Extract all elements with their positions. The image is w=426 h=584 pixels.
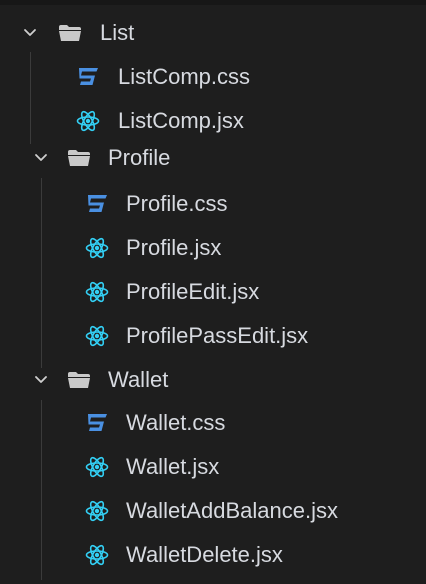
file-label: Wallet.css xyxy=(126,410,226,435)
file-row-listcomp-jsx[interactable]: ListComp.jsx xyxy=(0,103,426,139)
chevron-down-icon[interactable] xyxy=(33,150,49,166)
folder-open-icon xyxy=(68,150,90,166)
file-label: ListComp.css xyxy=(118,64,251,89)
file-label: ProfilePassEdit.jsx xyxy=(126,323,309,348)
file-row-walletdelete-jsx[interactable]: WalletDelete.jsx xyxy=(0,537,426,573)
file-label: Wallet.jsx xyxy=(126,454,220,479)
folder-open-icon xyxy=(68,372,90,388)
folder-open-icon xyxy=(59,25,81,41)
react-icon xyxy=(85,281,109,303)
file-row-profile-jsx[interactable]: Profile.jsx xyxy=(0,230,426,266)
file-label: Profile.jsx xyxy=(126,235,222,260)
file-row-profilepassedit-jsx[interactable]: ProfilePassEdit.jsx xyxy=(0,318,426,354)
file-label: Profile.css xyxy=(126,191,228,216)
file-label: WalletDelete.jsx xyxy=(126,542,283,567)
file-row-profileedit-jsx[interactable]: ProfileEdit.jsx xyxy=(0,274,426,310)
chevron-down-icon[interactable] xyxy=(22,25,38,41)
file-row-profile-css[interactable]: Profile.css xyxy=(0,186,426,222)
css3-icon xyxy=(79,68,98,85)
react-icon xyxy=(76,110,100,132)
file-row-wallet-jsx[interactable]: Wallet.jsx xyxy=(0,449,426,485)
file-row-wallet-css[interactable]: Wallet.css xyxy=(0,405,426,441)
folder-label-profile: Profile xyxy=(108,145,171,170)
react-icon xyxy=(85,544,109,566)
react-icon xyxy=(85,500,109,522)
file-label: ProfileEdit.jsx xyxy=(126,279,260,304)
react-icon xyxy=(85,325,109,347)
explorer-top-strip xyxy=(0,0,426,5)
react-icon xyxy=(85,456,109,478)
file-label: ListComp.jsx xyxy=(118,108,244,133)
file-row-listcomp-css[interactable]: ListComp.css xyxy=(0,59,426,95)
folder-row-wallet[interactable]: Wallet xyxy=(0,362,426,398)
css3-icon xyxy=(88,195,107,212)
file-explorer: List ListComp.css ListComp.jsx Profile P… xyxy=(0,0,426,584)
react-icon xyxy=(85,237,109,259)
chevron-down-icon[interactable] xyxy=(33,372,49,388)
file-row-walletaddbalance-jsx[interactable]: WalletAddBalance.jsx xyxy=(0,493,426,529)
folder-row-list[interactable]: List xyxy=(0,15,426,51)
folder-label-wallet: Wallet xyxy=(108,367,169,392)
folder-row-profile[interactable]: Profile xyxy=(0,140,426,176)
folder-label-list: List xyxy=(100,20,135,45)
css3-icon xyxy=(88,414,107,431)
file-label: WalletAddBalance.jsx xyxy=(126,498,338,523)
